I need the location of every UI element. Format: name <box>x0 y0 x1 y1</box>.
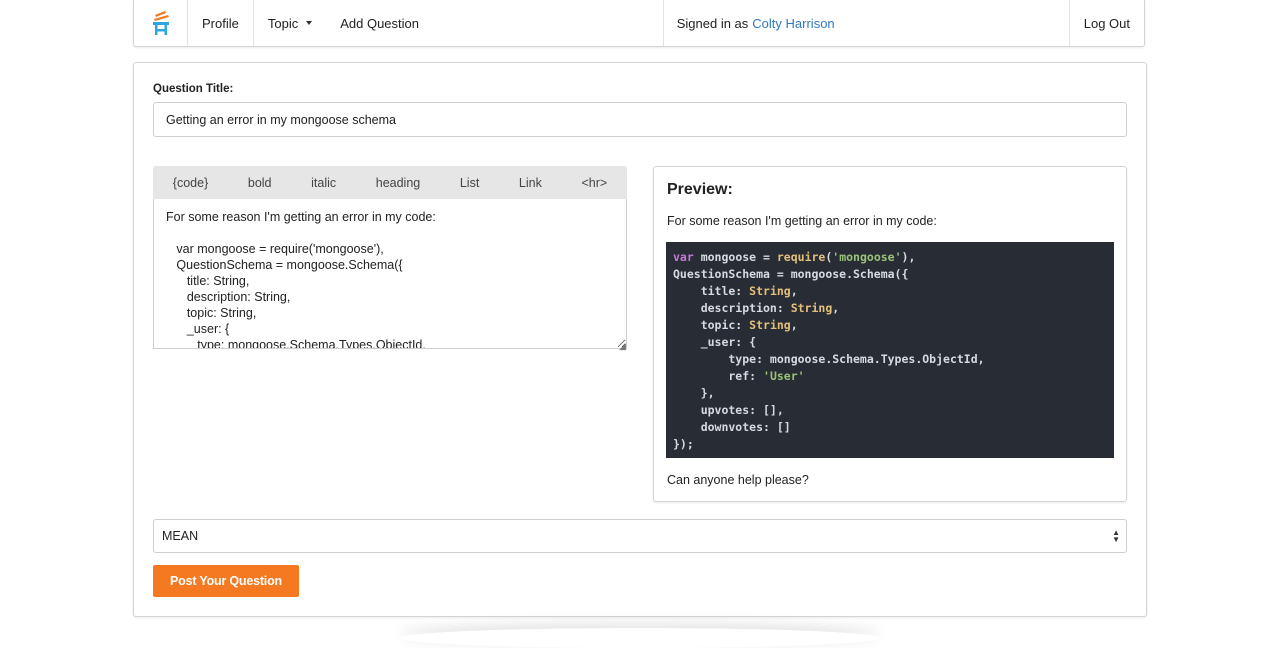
select-arrows-icon: ▲ ▼ <box>1112 528 1120 544</box>
toolbar-hr-button[interactable]: <hr> <box>581 176 607 190</box>
nav-profile-label: Profile <box>202 15 239 31</box>
preview-code-block: var mongoose = require('mongoose'), Ques… <box>666 242 1114 458</box>
topic-select[interactable]: MEAN ▲ ▼ <box>153 519 1127 553</box>
question-form-card: Question Title: {code} bold italic headi… <box>133 62 1147 617</box>
logout-button[interactable]: Log Out <box>1068 0 1144 46</box>
code-line: downvotes: [] <box>673 420 791 434</box>
code-token: 'User' <box>763 369 805 383</box>
question-title-label: Question Title: <box>153 83 234 95</box>
page-bottom-shadow <box>400 628 880 648</box>
code-line: type: mongoose.Schema.Types.ObjectId, <box>673 352 985 366</box>
code-token: description: <box>673 301 791 315</box>
code-token: 'mongoose' <box>832 250 902 264</box>
code-token: String <box>790 301 833 315</box>
user-name-link[interactable]: Colty Harrison <box>752 16 834 31</box>
top-navbar: Profile Topic Add Question Signed in as … <box>133 0 1145 47</box>
code-token: title: <box>673 284 750 298</box>
code-token: , <box>790 284 798 298</box>
editor-toolbar: {code} bold italic heading List Link <hr… <box>153 166 627 199</box>
caret-down-icon <box>306 21 313 25</box>
code-token: require <box>776 250 826 264</box>
toolbar-list-button[interactable]: List <box>460 176 479 190</box>
resize-grip-icon[interactable]: ◢ <box>619 341 626 352</box>
signed-in-info: Signed in as Colty Harrison <box>662 0 1069 46</box>
code-token: String <box>749 318 791 332</box>
toolbar-bold-button[interactable]: bold <box>248 176 272 190</box>
signed-in-prefix: Signed in as <box>676 15 749 31</box>
post-question-button[interactable]: Post Your Question <box>153 565 299 597</box>
code-token: , <box>832 301 840 315</box>
toolbar-link-button[interactable]: Link <box>519 176 542 190</box>
code-line: QuestionSchema = mongoose.Schema({ <box>673 267 909 281</box>
code-line: _user: { <box>673 335 757 349</box>
toolbar-italic-button[interactable]: italic <box>311 176 336 190</box>
preview-outro-text: Can anyone help please? <box>667 473 809 487</box>
code-token: var <box>673 250 694 264</box>
topic-select-value: MEAN <box>162 529 199 543</box>
question-title-input[interactable] <box>153 102 1127 137</box>
logout-label: Log Out <box>1083 15 1130 31</box>
code-token: ), <box>901 250 916 264</box>
code-line: }, <box>673 386 715 400</box>
code-line: }); <box>673 437 694 451</box>
nav-topic-dropdown[interactable]: Topic <box>254 0 326 46</box>
nav-topic-label: Topic <box>267 15 299 31</box>
logo[interactable] <box>134 0 188 46</box>
nav-add-question-label: Add Question <box>340 15 419 31</box>
code-line: upvotes: [], <box>673 403 784 417</box>
toolbar-heading-button[interactable]: heading <box>376 176 421 190</box>
logo-icon <box>152 11 169 35</box>
code-token: String <box>749 284 791 298</box>
preview-heading: Preview: <box>667 181 733 198</box>
code-token: , <box>790 318 798 332</box>
code-token: ref: <box>673 369 764 383</box>
question-body-textarea[interactable]: For some reason I'm getting an error in … <box>153 199 627 349</box>
nav-add-question[interactable]: Add Question <box>326 0 433 46</box>
toolbar-code-button[interactable]: {code} <box>173 176 208 190</box>
code-token: topic: <box>673 318 750 332</box>
code-token: mongoose = <box>693 250 777 264</box>
preview-panel: Preview: For some reason I'm getting an … <box>653 166 1127 502</box>
nav-profile[interactable]: Profile <box>188 0 254 46</box>
preview-intro-text: For some reason I'm getting an error in … <box>667 214 937 228</box>
